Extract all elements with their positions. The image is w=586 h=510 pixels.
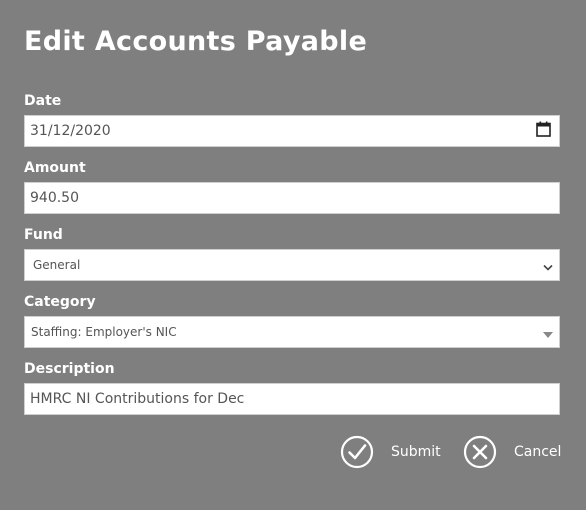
dialog-title: Edit Accounts Payable (24, 26, 368, 57)
amount-value: 940.50 (30, 190, 79, 206)
amount-label: Amount (24, 160, 86, 176)
description-field[interactable]: HMRC NI Contributions for Dec (24, 383, 560, 415)
category-selected-value: Staffing: Employer's NIC (31, 325, 177, 339)
cancel-button[interactable]: Cancel (463, 435, 561, 469)
submit-label: Submit (391, 444, 441, 460)
date-label: Date (24, 93, 62, 109)
fund-label: Fund (24, 227, 63, 243)
edit-accounts-payable-dialog: Edit Accounts Payable Date 31/12/2020 Am… (0, 0, 586, 510)
fund-select[interactable]: General (24, 249, 560, 281)
calendar-icon[interactable] (536, 121, 551, 141)
description-label: Description (24, 361, 115, 377)
amount-field[interactable]: 940.50 (24, 182, 560, 214)
close-circle-icon (463, 435, 497, 469)
category-label: Category (24, 294, 96, 310)
date-field[interactable]: 31/12/2020 (24, 115, 560, 147)
description-value: HMRC NI Contributions for Dec (30, 391, 245, 407)
fund-selected-value: General (33, 258, 81, 272)
date-value: 31/12/2020 (30, 123, 111, 139)
cancel-label: Cancel (514, 444, 562, 460)
chevron-down-icon (543, 256, 553, 275)
submit-button[interactable]: Submit (340, 435, 441, 469)
category-select[interactable]: Staffing: Employer's NIC (24, 316, 560, 348)
caret-down-icon (543, 323, 553, 342)
check-circle-icon (340, 435, 374, 469)
